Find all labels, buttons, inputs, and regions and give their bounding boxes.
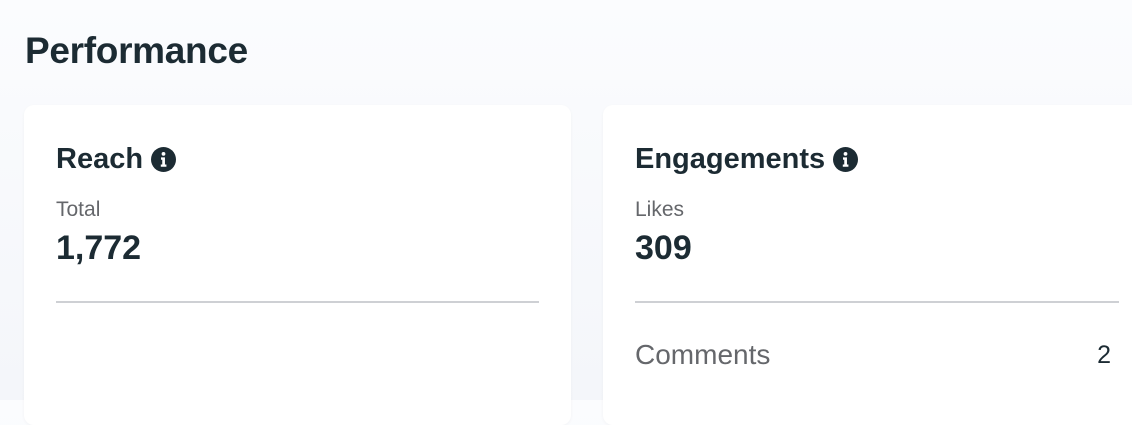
engagements-metric-value: 309: [635, 229, 692, 267]
reach-metric-label: Total: [56, 198, 101, 221]
comments-row: Comments 2: [635, 337, 1111, 373]
reach-metric-value: 1,772: [56, 229, 142, 267]
engagements-divider: [635, 301, 1119, 303]
engagements-card: Engagements Likes 309 Comments 2: [603, 105, 1132, 425]
reach-card-title: Reach: [56, 143, 144, 175]
reach-divider: [56, 301, 539, 303]
comments-value: 2: [1097, 341, 1111, 369]
info-icon[interactable]: [833, 146, 859, 172]
engagements-card-header: Engagements: [635, 141, 859, 177]
engagements-card-title: Engagements: [635, 143, 826, 175]
comments-label: Comments: [635, 339, 771, 370]
engagements-metric-label: Likes: [635, 198, 685, 221]
reach-card: Reach Total 1,772: [24, 105, 571, 425]
page-title: Performance: [25, 30, 248, 71]
reach-card-header: Reach: [56, 141, 177, 177]
info-icon[interactable]: [151, 146, 177, 172]
